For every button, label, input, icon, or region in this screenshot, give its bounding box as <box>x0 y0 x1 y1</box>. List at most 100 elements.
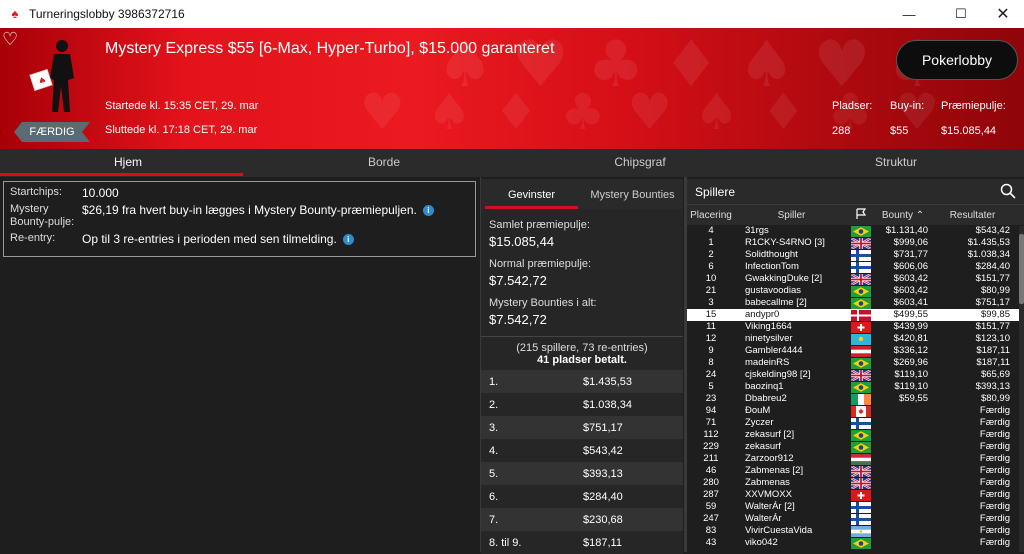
player-flag <box>848 513 874 525</box>
maximize-icon[interactable]: ☐ <box>938 0 984 28</box>
player-name: baozinq1 <box>745 381 784 392</box>
player-row[interactable]: 10 GwakkingDuke [2] $603,42 $151,77 <box>687 273 1024 285</box>
payout-amount: $543,42 <box>583 444 623 457</box>
reentry-label: Re-entry: <box>10 232 56 244</box>
prizepool-label: Præmiepulje: <box>941 100 1006 112</box>
player-name: WalterÁr [2] <box>745 501 795 512</box>
player-name: Dbabreu2 <box>745 393 787 404</box>
player-row[interactable]: 2 Solidthought $731,77 $1.038,34 <box>687 249 1024 261</box>
flag-fi-icon <box>851 513 871 525</box>
player-bounty: $59,55 <box>898 393 928 404</box>
player-place: 23 <box>705 393 717 404</box>
card-suit-pattern-lower: ♥♠♦♣♥♠♦♣♥ <box>360 83 962 141</box>
player-row[interactable]: 211 Zarzoor912 Færdig <box>687 453 1024 465</box>
player-bounty: $119,10 <box>894 369 928 380</box>
player-bounty: $606,06 <box>893 261 928 272</box>
player-place: 11 <box>706 321 716 332</box>
player-row[interactable]: 5 baozinq1 $119,10 $393,13 <box>687 381 1024 393</box>
col-result[interactable]: Resultater <box>932 210 1013 221</box>
sort-asc-icon: ⌃ <box>915 209 925 221</box>
scrollbar-thumb[interactable] <box>1019 234 1024 304</box>
player-result: Færdig <box>979 429 1010 440</box>
bounty-pool-value: $26,19 fra hvert buy-in lægges i Mystery… <box>82 203 417 217</box>
prizepool-value: $15.085,44 <box>941 125 997 137</box>
player-row[interactable]: 247 WalterÁr Færdig <box>687 513 1024 525</box>
player-row[interactable]: 94 ĐouM Færdig <box>687 405 1024 417</box>
player-row[interactable]: 287 XXVMOXX Færdig <box>687 489 1024 501</box>
tab-structure[interactable]: Struktur <box>768 149 1024 177</box>
player-name: andypr0 <box>745 309 780 320</box>
player-name: Zarzoor912 <box>745 453 794 464</box>
favorite-heart-icon[interactable]: ♡ <box>2 31 18 49</box>
player-name: viko042 <box>745 537 778 548</box>
player-row[interactable]: 280 Zabmenas Færdig <box>687 477 1024 489</box>
player-row[interactable]: 11 Viking1664 $439,99 $151,77 <box>687 321 1024 333</box>
search-icon[interactable] <box>1000 183 1016 199</box>
tab-home[interactable]: Hjem <box>0 149 256 177</box>
player-row[interactable]: 4 31rgs $1.131,40 $543,42 <box>687 225 1024 237</box>
col-bounty[interactable]: Bounty ⌃ <box>874 210 932 221</box>
player-row[interactable]: 3 babecallme [2] $603,41 $751,17 <box>687 297 1024 309</box>
player-flag <box>848 333 874 345</box>
tab-winnings[interactable]: Gevinster <box>481 179 582 209</box>
end-time: Sluttede kl. 17:18 CET, 29. mar <box>105 124 258 136</box>
close-icon[interactable]: ✕ <box>980 0 1024 28</box>
player-result: $80,99 <box>980 285 1010 296</box>
player-row[interactable]: 21 gustavoodias $603,42 $80,99 <box>687 285 1024 297</box>
player-row[interactable]: 23 Dbabreu2 $59,55 $80,99 <box>687 393 1024 405</box>
minimize-icon[interactable]: — <box>886 0 932 28</box>
payout-row: 8. til 9. $187,11 <box>481 531 683 554</box>
player-row[interactable]: 12 ninetysilver $420,81 $123,10 <box>687 333 1024 345</box>
player-bounty: $420,81 <box>893 333 928 344</box>
poker-lobby-button[interactable]: Pokerlobby <box>896 40 1018 80</box>
payout-amount: $1.038,34 <box>583 398 632 411</box>
player-result: Færdig <box>979 513 1010 524</box>
players-scrollbar[interactable] <box>1019 226 1024 552</box>
player-row[interactable]: 83 VivirCuestaVida Færdig <box>687 525 1024 537</box>
player-row[interactable]: 15 andypr0 $499,55 $99,85 <box>687 309 1024 321</box>
player-place: 229 <box>703 441 719 452</box>
player-place: 15 <box>705 309 717 320</box>
player-result: $393,13 <box>975 381 1010 392</box>
tab-tables[interactable]: Borde <box>256 149 512 177</box>
bounty-info-icon[interactable]: i <box>422 205 434 216</box>
reentry-info-icon[interactable]: i <box>342 234 354 245</box>
player-result: Færdig <box>979 453 1010 464</box>
player-row[interactable]: 46 Zabmenas [2] Færdig <box>687 465 1024 477</box>
paid-places-summary: 41 pladser betalt. <box>537 354 627 366</box>
player-row[interactable]: 229 zekasurf Færdig <box>687 441 1024 453</box>
player-result: $1.435,53 <box>967 237 1010 248</box>
player-row[interactable]: 24 cjskelding98 [2] $119,10 $65,69 <box>687 369 1024 381</box>
payout-row: 6. $284,40 <box>481 485 683 508</box>
prize-panel: Gevinster Mystery Bounties Samlet præmie… <box>481 179 683 554</box>
player-row[interactable]: 43 viko042 Færdig <box>687 537 1024 549</box>
player-flag <box>848 309 874 321</box>
player-row[interactable]: 9 Gambler4444 $336,12 $187,11 <box>687 345 1024 357</box>
payout-place: 1. <box>489 375 499 388</box>
flag-ch-icon <box>851 489 871 501</box>
player-place: 10 <box>705 273 717 284</box>
player-flag <box>848 525 874 537</box>
player-row[interactable]: 71 Zyczer Færdig <box>687 417 1024 429</box>
col-place[interactable]: Placering <box>687 210 735 221</box>
player-row[interactable]: 112 zekasurf [2] Færdig <box>687 429 1024 441</box>
tab-mystery-bounties[interactable]: Mystery Bounties <box>582 179 683 209</box>
player-row[interactable]: 6 InfectionTom $606,06 $284,40 <box>687 261 1024 273</box>
tab-chip-graph[interactable]: Chipsgraf <box>512 149 768 177</box>
player-place: 6 <box>708 261 714 272</box>
payout-place: 7. <box>489 513 499 526</box>
col-player[interactable]: Spiller <box>735 210 848 221</box>
player-name: zekasurf <box>745 441 781 452</box>
player-row[interactable]: 8 madeinRS $269,96 $187,11 <box>687 357 1024 369</box>
player-place: 211 <box>703 453 719 464</box>
player-place: 9 <box>708 345 714 356</box>
col-flag[interactable] <box>848 207 874 223</box>
player-place: 71 <box>705 417 717 428</box>
player-result: Færdig <box>979 489 1010 500</box>
player-bounty: $439,99 <box>893 321 928 332</box>
player-row[interactable]: 1 R1CKY-S4RNO [3] $999,06 $1.435,53 <box>687 237 1024 249</box>
player-result: $187,11 <box>976 357 1010 368</box>
player-row[interactable]: 59 WalterÁr [2] Færdig <box>687 501 1024 513</box>
player-result: $65,69 <box>980 369 1010 380</box>
player-name: Zyczer <box>745 417 774 428</box>
